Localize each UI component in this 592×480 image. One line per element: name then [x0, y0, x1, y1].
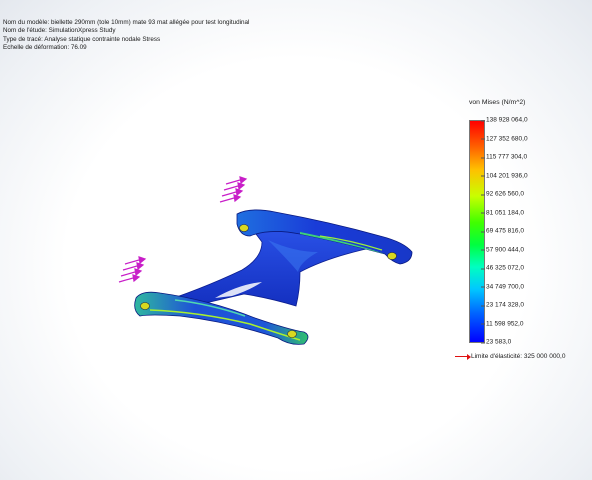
yield-arrow-icon: [455, 353, 471, 360]
legend-tick: 104 201 936,0: [481, 172, 528, 179]
legend-tick-list: 138 928 064,0 127 352 680,0 115 777 304,…: [480, 116, 586, 346]
legend-tick: 81 051 184,0: [481, 209, 524, 216]
legend-title: von Mises (N/m^2): [469, 99, 526, 106]
legend-tick: 138 928 064,0: [481, 116, 528, 124]
yield-limit-label: Limite d'élasticité: 325 000 000,0: [471, 353, 566, 360]
legend-tick: 34 749 700,0: [481, 283, 524, 290]
legend-tick: 46 325 072,0: [481, 264, 524, 272]
lower-load-arrows: [118, 256, 147, 283]
legend-tick: 11 598 952,0: [480, 320, 524, 327]
upper-load-arrows: [219, 176, 248, 203]
force-arrows-icon: [118, 176, 248, 283]
legend-tick: 23 174 328,0: [481, 301, 524, 309]
legend-tick: 57 900 444,0: [481, 246, 524, 253]
legend-tick: 115 777 304,0: [480, 153, 528, 161]
yield-limit: Limite d'élasticité: 325 000 000,0: [455, 353, 565, 360]
legend-tick: 92 626 560,0: [481, 190, 524, 198]
legend-tick: 23 583,0: [480, 338, 512, 346]
legend-tick: 127 352 680,0: [481, 135, 528, 142]
legend-tick: 69 475 816,0: [481, 227, 524, 235]
